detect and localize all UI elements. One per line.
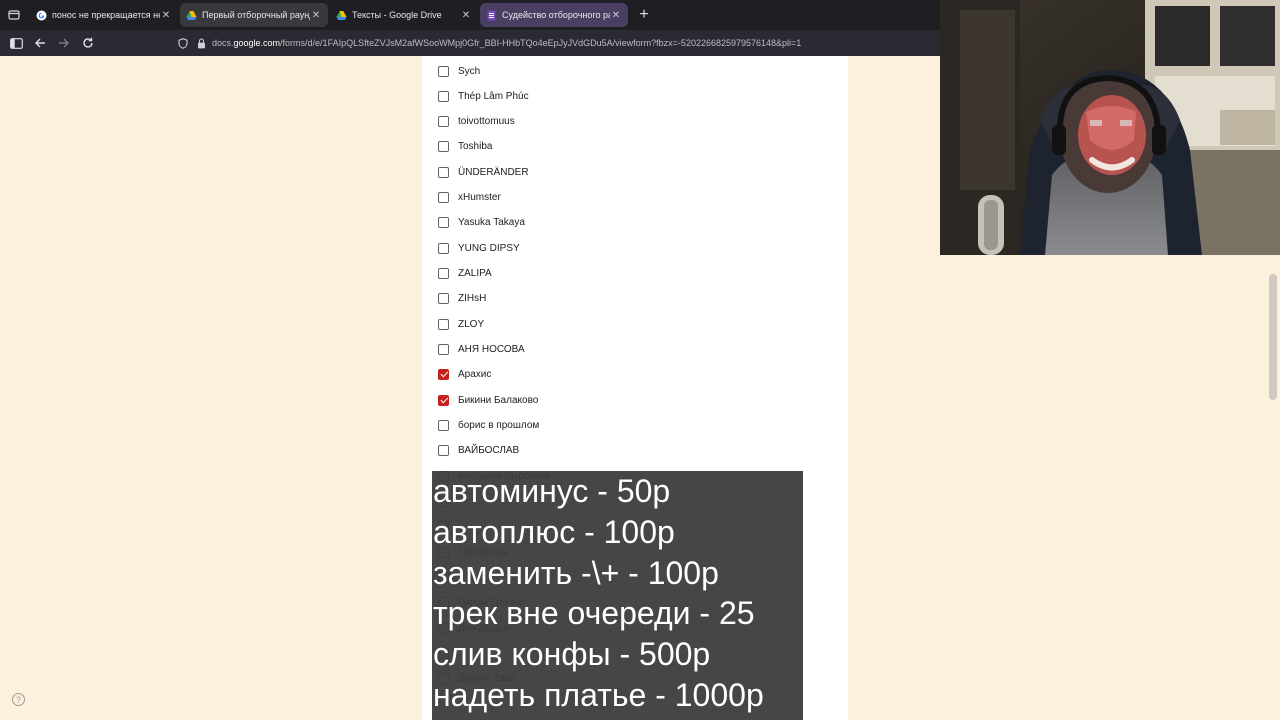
price-line: надеть платье - 1000р xyxy=(433,676,764,713)
price-line: автоминус - 50р xyxy=(433,473,671,509)
webcam-feed xyxy=(940,0,1280,255)
forward-button[interactable] xyxy=(52,31,76,55)
plus-icon: + xyxy=(639,6,649,23)
back-button[interactable] xyxy=(28,31,52,55)
checkbox-label: Yasuka Takaya xyxy=(458,217,525,229)
checkbox-option[interactable]: Бикини Балаково xyxy=(438,391,538,409)
checkbox-label: АНЯ НОСОВА xyxy=(458,344,525,356)
tab-title: понос не прекращается неделю xyxy=(52,10,160,20)
address-bar[interactable]: docs. google.com/forms/d/e/1FAIpQLSfteZVJ… xyxy=(176,33,936,53)
new-tab-button[interactable]: + xyxy=(632,3,656,27)
checkbox-option[interactable]: Thép Lâm Phúc xyxy=(438,87,529,105)
checkbox[interactable] xyxy=(438,141,449,153)
checkbox-option[interactable]: борис в прошлом xyxy=(438,417,539,435)
checkbox-option[interactable]: ZLOY xyxy=(438,315,484,333)
checkbox[interactable] xyxy=(438,318,449,330)
tab-title: Первый отборочный раунд xyxy=(202,10,310,20)
drive-icon xyxy=(336,10,347,21)
webcam-image xyxy=(940,0,1280,255)
checkbox-option[interactable]: ZIHsH xyxy=(438,290,486,308)
checkbox[interactable] xyxy=(438,166,449,178)
checkbox[interactable] xyxy=(438,90,449,102)
price-line: автоплюс - 100р xyxy=(433,513,675,550)
reload-button[interactable] xyxy=(76,31,100,55)
tab-1[interactable]: Первый отборочный раунд ✕ xyxy=(180,3,328,27)
tab-3[interactable]: Судейство отборочного раунда ✕ xyxy=(480,3,628,27)
price-list-overlay: автоминус - 50р автоплюс - 100р заменить… xyxy=(432,471,803,720)
close-icon[interactable]: ✕ xyxy=(160,10,172,21)
checkbox-option[interactable]: xHumster xyxy=(438,189,501,207)
checkbox-label: YUNG DIPSY xyxy=(458,242,520,254)
checkbox-label: Арахис xyxy=(458,369,492,381)
reload-icon xyxy=(83,37,93,48)
checkbox-label: Бикини Балаково xyxy=(458,394,539,406)
tab-title: Тексты - Google Drive xyxy=(352,10,442,20)
checkbox-label: Toshiba xyxy=(458,141,493,153)
price-line: трек вне очереди - 25 xyxy=(433,595,755,632)
checkbox-label: Sych xyxy=(458,65,481,77)
checkbox-label: ZALIPA xyxy=(458,268,492,280)
tab-title: Судейство отборочного раунда xyxy=(502,10,610,20)
tab-list-icon xyxy=(8,10,20,20)
checkbox[interactable] xyxy=(438,293,449,305)
checkbox-label: Thép Lâm Phúc xyxy=(458,90,529,102)
close-icon[interactable]: ✕ xyxy=(310,10,322,21)
checkbox[interactable] xyxy=(438,116,449,128)
checkbox-label: xHumster xyxy=(458,192,501,204)
checkbox[interactable] xyxy=(438,242,449,254)
help-icon[interactable]: ? xyxy=(12,693,25,706)
tab-2[interactable]: Тексты - Google Drive ✕ xyxy=(330,3,478,27)
checkbox-option[interactable]: ВАЙБОСЛАВ xyxy=(438,442,519,460)
checkbox-option[interactable]: toivottomuus xyxy=(438,113,515,131)
checkbox-option[interactable]: ZALIPA xyxy=(438,265,492,283)
checkbox-option[interactable]: YUNG DIPSY xyxy=(438,239,520,257)
checkbox[interactable] xyxy=(438,268,449,280)
checkbox-label: toivottomuus xyxy=(458,116,515,128)
checkbox-option[interactable]: Toshiba xyxy=(438,138,492,156)
lock-icon xyxy=(194,37,208,49)
scrollbar-thumb[interactable] xyxy=(1269,274,1277,400)
checkbox-label: ÜNDERÄNDER xyxy=(458,166,529,178)
nav-bar: docs. google.com/forms/d/e/1FAIpQLSfteZVJ… xyxy=(0,30,940,56)
checkbox[interactable] xyxy=(438,192,449,204)
price-line: слив конфы - 500р xyxy=(433,636,711,673)
close-icon[interactable]: ✕ xyxy=(460,10,472,21)
tab-0[interactable]: понос не прекращается неделю ✕ xyxy=(30,3,178,27)
url-prefix: docs. xyxy=(212,38,234,48)
tab-list-button[interactable] xyxy=(0,0,28,30)
page-scrollbar[interactable] xyxy=(1266,256,1280,720)
checkbox[interactable] xyxy=(438,445,449,457)
close-icon[interactable]: ✕ xyxy=(610,10,622,21)
checkbox-label: ZLOY xyxy=(458,318,485,330)
url-domain: google.com xyxy=(233,38,281,48)
checkbox[interactable] xyxy=(438,65,449,77)
checkbox[interactable] xyxy=(438,420,449,432)
drive-icon xyxy=(186,10,197,21)
checkbox[interactable] xyxy=(438,217,449,229)
arrow-left-icon xyxy=(35,38,45,48)
arrow-right-icon xyxy=(59,38,69,48)
google-icon xyxy=(36,10,47,21)
url-path: /forms/d/e/1FAIpQLSfteZVJsM2afWSooWMpj0G… xyxy=(280,38,802,48)
shield-icon xyxy=(176,37,190,49)
checkbox-label: ВАЙБОСЛАВ xyxy=(458,445,520,457)
checkbox-option[interactable]: Sych xyxy=(438,62,480,80)
checkbox[interactable] xyxy=(438,344,449,356)
checkbox-option[interactable]: Арахис xyxy=(438,366,491,384)
forms-icon xyxy=(486,10,497,21)
checkbox-option[interactable]: Yasuka Takaya xyxy=(438,214,525,232)
price-line: заменить -\+ - 100р xyxy=(433,554,719,591)
checkbox-checked[interactable] xyxy=(438,394,449,406)
sidebar-icon xyxy=(9,37,23,49)
sidebar-button[interactable] xyxy=(4,31,28,55)
checkbox-option[interactable]: ÜNDERÄNDER xyxy=(438,163,529,181)
checkbox-label: борис в прошлом xyxy=(458,420,540,432)
checkbox-label: ZIHsH xyxy=(458,293,487,305)
checkbox-option[interactable]: АНЯ НОСОВА xyxy=(438,341,525,359)
checkbox-checked[interactable] xyxy=(438,369,449,381)
